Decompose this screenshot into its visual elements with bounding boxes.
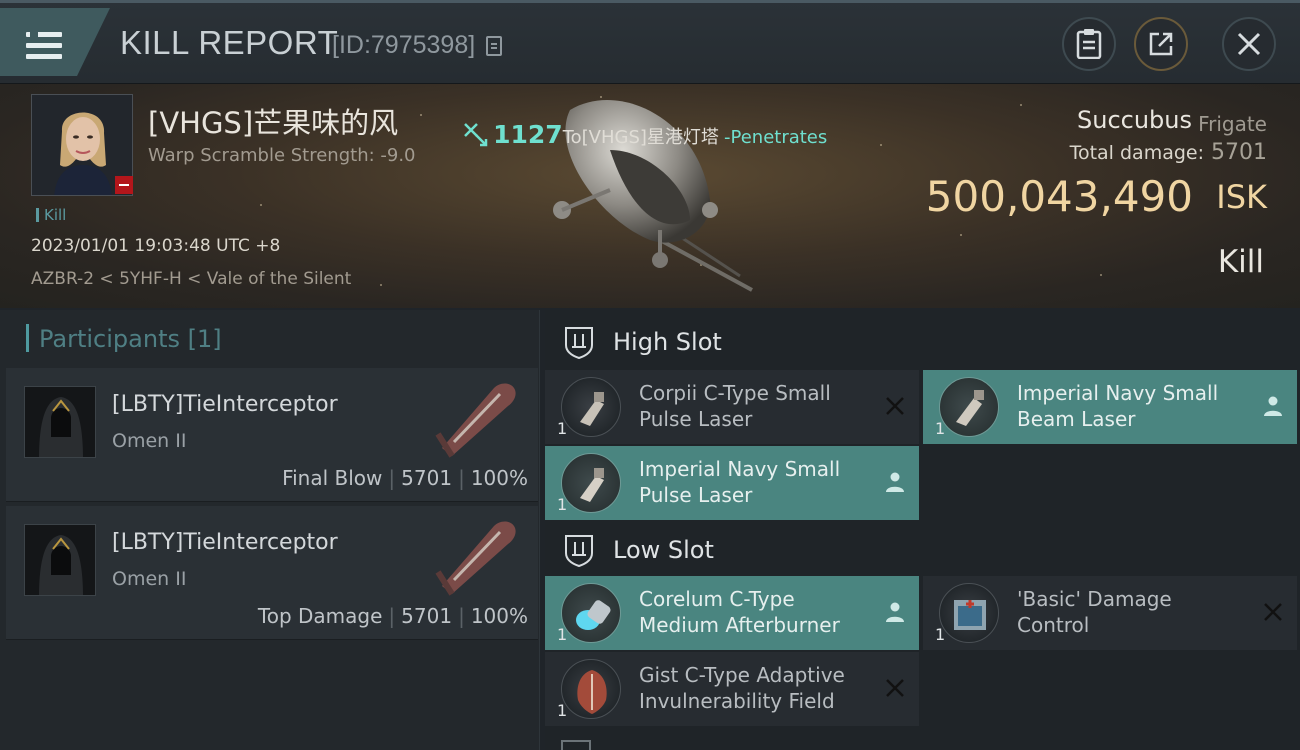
warp-disruptor-icon	[464, 123, 488, 147]
damage-target: To[VHGS]星港灯塔	[562, 127, 719, 148]
participant-ship: Omen II	[112, 430, 187, 452]
participant-row[interactable]: [LBTY]TieInterceptor Omen II Top Damage |…	[6, 506, 538, 640]
participant-avatar	[24, 524, 96, 596]
participant-role: Final Blow	[282, 466, 383, 490]
damage-event-line: 1127To[VHGS]星港灯塔 -Penetrates	[462, 120, 827, 149]
module-quantity: 1	[935, 419, 946, 438]
participants-header: Participants [1]	[26, 324, 222, 353]
top-bar: KILL REPORT [ID:7975398]	[0, 0, 1300, 84]
share-icon	[1149, 32, 1173, 56]
beam-laser-icon	[939, 377, 999, 437]
total-damage-value: 5701	[1211, 140, 1267, 165]
participant-ship-image	[435, 383, 516, 458]
participant-percent: 100%	[470, 604, 528, 628]
total-damage-label: Total damage:	[1069, 142, 1204, 164]
participant-ship-image	[435, 521, 516, 596]
warp-scramble-strength: Warp Scramble Strength: -9.0	[148, 145, 416, 166]
share-button[interactable]	[1134, 17, 1188, 71]
module-quantity: 1	[557, 625, 568, 644]
module-item[interactable]: 1 Imperial Navy Small Pulse Laser	[545, 446, 919, 520]
damage-amount: 1127	[493, 120, 563, 149]
participant-damage: 5701	[401, 604, 453, 628]
participant-name[interactable]: [LBTY]TieInterceptor	[112, 392, 338, 417]
high-slot-header: High Slot	[545, 312, 1300, 372]
person-icon	[1264, 396, 1282, 416]
pulse-laser-icon	[561, 453, 621, 513]
shield-slot-icon	[565, 535, 593, 567]
isk-value: 500,043,490	[925, 172, 1193, 221]
module-quantity: 1	[557, 701, 568, 720]
module-name: Imperial Navy Small Beam Laser	[1017, 381, 1219, 431]
participant-avatar	[24, 386, 96, 458]
module-item[interactable]: 1 'Basic' Damage Control	[923, 576, 1297, 650]
invulnerability-field-icon	[561, 659, 621, 719]
x-mark-icon	[886, 679, 904, 697]
isk-unit: ISK	[1216, 178, 1267, 216]
module-quantity: 1	[557, 419, 568, 438]
person-icon	[886, 602, 904, 622]
module-name: Corpii C-Type Small Pulse Laser	[639, 381, 831, 431]
kill-type-tag: Kill	[36, 206, 66, 224]
x-mark-icon	[1264, 603, 1282, 621]
participant-ship: Omen II	[112, 568, 187, 590]
participant-row[interactable]: [LBTY]TieInterceptor Omen II Final Blow |…	[6, 368, 538, 502]
x-mark-icon	[886, 397, 904, 415]
menu-icon	[26, 32, 62, 62]
module-item[interactable]: 1 Corelum C-Type Medium Afterburner	[545, 576, 919, 650]
damage-control-icon	[939, 583, 999, 643]
participant-percent: 100%	[470, 466, 528, 490]
module-quantity: 1	[557, 495, 568, 514]
module-name: Imperial Navy Small Pulse Laser	[639, 457, 841, 507]
kill-datetime: 2023/01/01 19:03:48 UTC +8	[31, 236, 281, 256]
participant-role: Top Damage	[257, 604, 383, 628]
participant-name[interactable]: [LBTY]TieInterceptor	[112, 530, 338, 555]
report-id: [ID:7975398]	[332, 31, 476, 59]
shield-slot-icon	[565, 327, 593, 359]
corp-standing-badge	[115, 176, 133, 194]
kill-summary-banner: [VHGS]芒果味的风 Warp Scramble Strength: -9.0…	[0, 84, 1300, 308]
participant-damage: 5701	[401, 466, 453, 490]
person-icon	[886, 472, 904, 492]
next-slot-header-peek	[561, 740, 591, 750]
module-name: Corelum C-Type Medium Afterburner	[639, 587, 840, 637]
ship-class: Frigate	[1198, 112, 1267, 136]
participants-panel: Participants [1] [LBTY]TieInterceptor Om…	[0, 310, 540, 750]
module-item[interactable]: 1 Corpii C-Type Small Pulse Laser	[545, 370, 919, 444]
participant-stats: Top Damage | 5701 | 100%	[257, 604, 528, 628]
page-title: KILL REPORT	[120, 24, 339, 61]
low-slot-header: Low Slot	[545, 520, 1300, 580]
module-name: 'Basic' Damage Control	[1017, 587, 1172, 637]
damage-effect: -Penetrates	[724, 127, 828, 148]
module-quantity: 1	[935, 625, 946, 644]
module-item[interactable]: 1 Imperial Navy Small Beam Laser	[923, 370, 1297, 444]
clipboard-icon	[1076, 29, 1102, 59]
report-result: Kill	[1217, 244, 1264, 280]
high-slot-title: High Slot	[613, 328, 722, 356]
victim-name[interactable]: [VHGS]芒果味的风	[148, 100, 398, 142]
close-icon	[1237, 32, 1261, 56]
copy-icon[interactable]	[486, 36, 502, 56]
participant-stats: Final Blow | 5701 | 100%	[282, 466, 528, 490]
pulse-laser-icon	[561, 377, 621, 437]
module-name: Gist C-Type Adaptive Invulnerability Fiel…	[639, 663, 845, 713]
close-button[interactable]	[1222, 17, 1276, 71]
ship-name[interactable]: Succubus	[1077, 106, 1192, 134]
module-item[interactable]: 1 Gist C-Type Adaptive Invulnerability Fi…	[545, 652, 919, 726]
kill-location[interactable]: AZBR-2 < 5YHF-H < Vale of the Silent	[31, 269, 351, 289]
fitting-panel: High Slot 1 Corpii C-Type Small Pulse Las…	[545, 310, 1300, 750]
clipboard-button[interactable]	[1062, 17, 1116, 71]
afterburner-icon	[561, 583, 621, 643]
low-slot-title: Low Slot	[613, 536, 714, 564]
menu-button[interactable]	[0, 8, 110, 76]
